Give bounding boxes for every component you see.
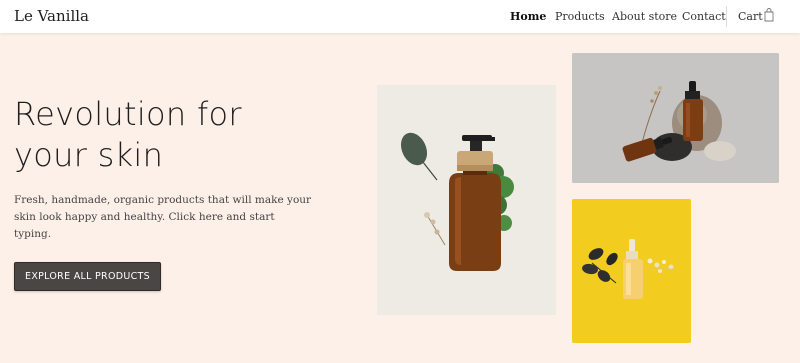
product-image-pump-bottle	[377, 85, 556, 315]
yellow-dropper-illustration	[572, 199, 691, 343]
pump-bottle-illustration	[377, 85, 556, 315]
site-header: Le Vanilla Home Products About store Con…	[0, 0, 800, 33]
cart-link[interactable]: Cart	[738, 10, 763, 23]
hero-title: Revolution for your skin	[14, 94, 314, 176]
nav-home[interactable]: Home	[510, 10, 546, 23]
dropper-stones-illustration	[572, 53, 779, 183]
hero-subtitle: Fresh, handmade, organic products that w…	[14, 194, 312, 240]
explore-products-button[interactable]: EXPLORE ALL PRODUCTS	[14, 262, 161, 291]
nav-products[interactable]: Products	[555, 10, 605, 23]
hero-title-line1: Revolution for	[14, 95, 242, 133]
shopping-bag-icon[interactable]	[764, 8, 774, 22]
hero-title-line2: your skin	[14, 136, 164, 174]
nav-about-store[interactable]: About store	[612, 10, 677, 23]
product-image-dropper-stones	[572, 53, 779, 183]
main-nav: Home Products About store Contact	[0, 10, 800, 24]
nav-divider	[726, 6, 727, 27]
product-image-yellow-dropper	[572, 199, 691, 343]
nav-contact[interactable]: Contact	[682, 10, 726, 23]
